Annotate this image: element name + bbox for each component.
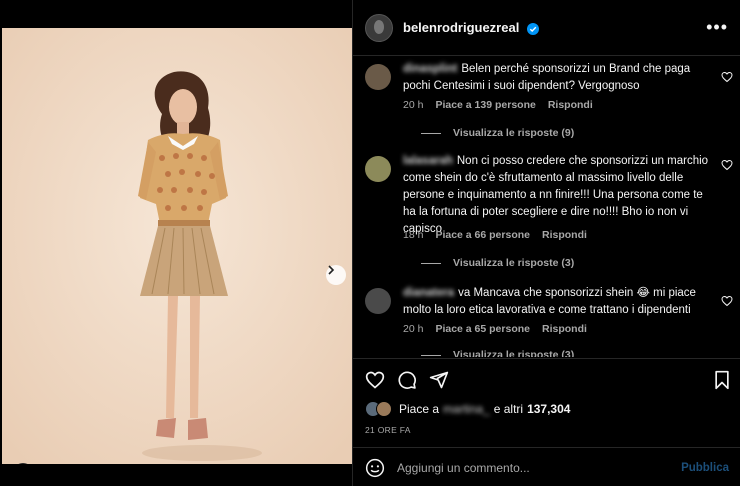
liker-avatars bbox=[365, 401, 392, 417]
comment-time[interactable]: 20 h bbox=[403, 99, 423, 111]
comment-username[interactable]: dianatera bbox=[403, 287, 454, 299]
view-replies-button[interactable]: Visualizza le risposte (3) bbox=[421, 349, 574, 357]
comment-text: Non ci posso credere che sponsorizzi un … bbox=[403, 155, 709, 235]
verified-icon bbox=[526, 22, 539, 35]
more-icon[interactable]: ••• bbox=[706, 17, 728, 38]
publish-button[interactable]: Pubblica bbox=[681, 462, 729, 474]
comment-avatar[interactable] bbox=[365, 288, 391, 314]
post-actions: Piace a martina_ e altri 137,304 21 ORE … bbox=[353, 358, 740, 486]
share-icon[interactable] bbox=[429, 370, 449, 390]
likes-summary[interactable]: Piace a martina_ e altri 137,304 bbox=[365, 401, 570, 417]
comment-username[interactable]: lalasarah bbox=[403, 155, 453, 167]
media-top-strip bbox=[0, 0, 352, 28]
woman-figure-illustration bbox=[2, 28, 352, 464]
username-text[interactable]: belenrodriguezreal bbox=[403, 20, 519, 35]
view-replies-label[interactable]: Visualizza le risposte (3) bbox=[453, 349, 574, 357]
comment-body: dianatera va Mancava che sponsorizzi shei… bbox=[403, 285, 717, 319]
emoji-icon[interactable] bbox=[365, 458, 385, 478]
comment-time[interactable]: 18 h bbox=[403, 229, 423, 241]
avatar[interactable] bbox=[365, 13, 393, 42]
comment-body: lalasarah Non ci posso credere che sponso… bbox=[403, 153, 717, 238]
comment-heart-icon[interactable] bbox=[721, 159, 733, 171]
avatar bbox=[376, 401, 392, 417]
comment-avatar[interactable] bbox=[365, 64, 391, 90]
comment-likes-count[interactable]: Piace a 66 persone bbox=[435, 229, 530, 241]
post-side-panel: belenrodriguezreal ••• dinasplint Belen p… bbox=[352, 0, 740, 486]
likes-suffix: e altri bbox=[493, 402, 524, 416]
reply-button[interactable]: Rispondi bbox=[548, 99, 593, 111]
heart-icon[interactable] bbox=[365, 370, 385, 390]
post-header: belenrodriguezreal ••• bbox=[353, 0, 740, 56]
comment-time[interactable]: 20 h bbox=[403, 323, 423, 335]
comment-avatar[interactable] bbox=[365, 156, 391, 182]
comment-body: dinasplint Belen perché sponsorizzi un Br… bbox=[403, 61, 717, 95]
next-arrow-icon[interactable] bbox=[326, 265, 346, 285]
comments-list[interactable]: dinasplint Belen perché sponsorizzi un Br… bbox=[353, 57, 740, 357]
view-replies-button[interactable]: Visualizza le risposte (9) bbox=[421, 127, 574, 139]
view-replies-label[interactable]: Visualizza le risposte (3) bbox=[453, 257, 574, 269]
post-photo[interactable] bbox=[2, 28, 352, 464]
view-replies-button[interactable]: Visualizza le risposte (3) bbox=[421, 257, 574, 269]
likes-prefix: Piace a bbox=[399, 402, 440, 416]
comment-heart-icon[interactable] bbox=[721, 71, 733, 83]
likes-user[interactable]: martina_ bbox=[443, 402, 490, 416]
post-username[interactable]: belenrodriguezreal bbox=[403, 20, 539, 35]
comment-meta: 18 h Piace a 66 persone Rispondi bbox=[403, 229, 587, 241]
action-icons bbox=[365, 370, 449, 390]
comment-composer: Pubblica bbox=[353, 447, 740, 486]
comment-icon[interactable] bbox=[397, 370, 417, 390]
comment-username[interactable]: dinasplint bbox=[403, 63, 457, 75]
likes-count[interactable]: 137,304 bbox=[527, 402, 570, 416]
comment-meta: 20 h Piace a 65 persone Rispondi bbox=[403, 323, 587, 335]
comment-heart-icon[interactable] bbox=[721, 295, 733, 307]
post-media bbox=[0, 0, 352, 486]
bookmark-icon[interactable] bbox=[713, 370, 731, 390]
comment-input[interactable] bbox=[397, 460, 682, 475]
view-replies-label[interactable]: Visualizza le risposte (9) bbox=[453, 127, 574, 139]
reply-button[interactable]: Rispondi bbox=[542, 229, 587, 241]
comment-likes-count[interactable]: Piace a 65 persone bbox=[435, 323, 530, 335]
reply-button[interactable]: Rispondi bbox=[542, 323, 587, 335]
comment-meta: 20 h Piace a 139 persone Rispondi bbox=[403, 99, 593, 111]
post-time-ago[interactable]: 21 ORE FA bbox=[365, 425, 411, 435]
comment-likes-count[interactable]: Piace a 139 persone bbox=[435, 99, 535, 111]
